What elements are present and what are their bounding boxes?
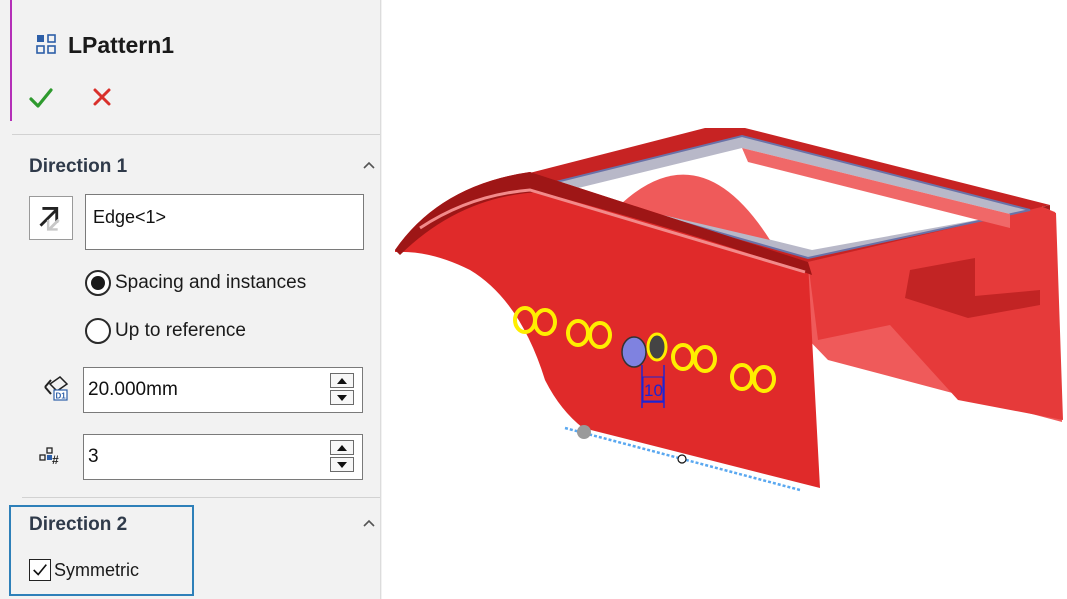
feature-header: LPattern1 <box>36 28 174 62</box>
graphics-viewport[interactable]: 10 <box>383 0 1067 599</box>
collapse-chevron-icon[interactable] <box>362 160 376 170</box>
cancel-close-icon[interactable] <box>90 85 114 109</box>
property-manager-panel: LPattern1 Direction 1 Edge<1> Spacing an… <box>0 0 382 599</box>
spacing-spinner <box>330 373 356 407</box>
down-arrow-icon <box>337 461 347 468</box>
instances-icon: # <box>39 447 59 467</box>
seed-feature <box>621 336 647 368</box>
direction-reference-field[interactable]: Edge<1> <box>85 194 364 250</box>
reverse-direction-icon <box>39 207 60 231</box>
symmetric-checkbox-row[interactable]: Symmetric <box>29 559 139 581</box>
spacing-and-instances-label: Spacing and instances <box>115 272 307 293</box>
spacing-decrement-button[interactable] <box>330 390 354 405</box>
instances-value: 3 <box>88 446 99 467</box>
svg-text:#: # <box>52 453 59 467</box>
ok-checkmark-icon[interactable] <box>27 84 55 112</box>
spacing-icon: D1 <box>44 376 69 401</box>
edge-handle[interactable] <box>577 425 591 439</box>
divider <box>22 497 380 498</box>
edge-midpoint <box>677 454 687 464</box>
linear-pattern-icon <box>36 34 56 54</box>
panel-accent-bar <box>10 0 12 121</box>
direction2-title: Direction 2 <box>29 514 128 535</box>
radio-button-selected[interactable] <box>85 270 111 296</box>
reverse-direction-button[interactable] <box>29 196 73 240</box>
spacing-and-instances-radio[interactable]: Spacing and instances <box>85 270 306 296</box>
instances-decrement-button[interactable] <box>330 457 354 472</box>
direction1-title: Direction 1 <box>29 156 128 177</box>
direction-reference-value: Edge<1> <box>93 207 167 227</box>
up-to-reference-label: Up to reference <box>115 320 246 341</box>
symmetric-checkbox[interactable] <box>29 559 51 581</box>
divider <box>12 134 380 135</box>
up-arrow-icon <box>337 377 347 384</box>
panel-divider <box>380 0 381 599</box>
up-arrow-icon <box>337 444 347 451</box>
instances-input[interactable]: 3 <box>83 434 363 480</box>
dimension-label[interactable]: 10 <box>644 381 663 400</box>
down-arrow-icon <box>337 394 347 401</box>
radio-button[interactable] <box>85 318 111 344</box>
seed-feature-end <box>646 332 668 362</box>
checkmark-icon <box>33 564 47 576</box>
spacing-increment-button[interactable] <box>330 373 354 388</box>
instances-spinner <box>330 440 356 474</box>
spacing-input[interactable]: 20.000mm <box>83 367 363 413</box>
symmetric-label: Symmetric <box>54 559 139 580</box>
spacing-value: 20.000mm <box>88 379 178 400</box>
collapse-chevron-icon[interactable] <box>362 518 376 528</box>
instances-increment-button[interactable] <box>330 440 354 455</box>
feature-title: LPattern1 <box>68 31 175 58</box>
up-to-reference-radio[interactable]: Up to reference <box>85 318 246 344</box>
svg-text:D1: D1 <box>56 392 67 401</box>
